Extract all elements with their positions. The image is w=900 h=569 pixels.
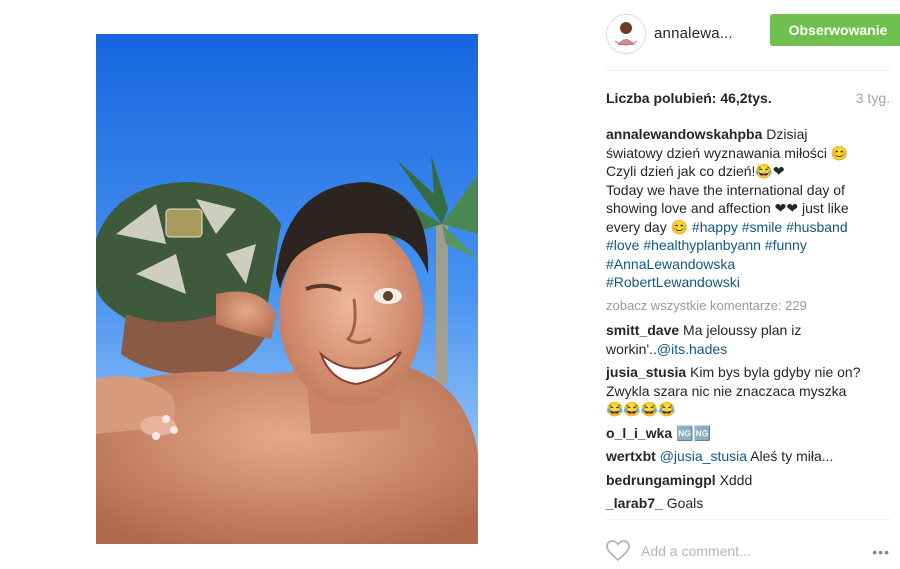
comments-divider [606,519,890,520]
comment: jusia_stusia Kim bys byla gdyby nie on? … [606,363,862,419]
likes-count[interactable]: Liczba polubień: 46,2tys. [606,90,772,106]
hashtag[interactable]: #healthyplanbyann [643,237,761,253]
comment-bar: Add a comment... ••• [606,540,890,562]
comment-author[interactable]: o_l_i_wka [606,425,672,441]
heart-icon[interactable] [606,540,630,562]
comment-text: 🆖🆖 [676,424,711,441]
comments-list: annalewandowskahpba Dzisiaj światowy dzi… [606,125,862,518]
post-author-username[interactable]: annalewa... [654,25,733,42]
comment-author[interactable]: jusia_stusia [606,364,686,380]
post-photo[interactable] [96,34,478,544]
comment-text: Goals [666,495,704,511]
hashtag[interactable]: #AnnaLewandowska [606,256,735,272]
comment-author[interactable]: bedrungamingpl [606,472,716,488]
hashtag[interactable]: #love [606,237,639,253]
avatar[interactable] [606,14,646,54]
hashtag[interactable]: #happy [692,219,738,235]
likes-row: Liczba polubień: 46,2tys. 3 tyg. [606,90,890,106]
comment-text: Aleś ty miła... [747,448,834,464]
header-divider [606,70,890,71]
comment-author[interactable]: wertxbt [606,448,656,464]
following-button[interactable]: Obserwowanie [770,14,900,46]
hashtag[interactable]: #husband [786,219,848,235]
comment: wertxbt @jusia_stusia Aleś ty miła... [606,447,862,466]
post-header: annalewa... Obserwowanie [606,14,900,54]
comment: bedrungamingpl Xddd [606,471,862,490]
post-sidebar: annalewa... Obserwowanie Liczba polubień… [590,0,900,569]
hashtag[interactable]: #funny [765,237,807,253]
comment-mention[interactable]: @its.hades [657,341,727,357]
comment-author[interactable]: smitt_dave [606,322,679,338]
add-comment-input[interactable]: Add a comment... [641,543,751,559]
comment: _larab7_ Goals [606,494,862,513]
comment-text: Xddd [719,471,753,488]
hashtag[interactable]: #RobertLewandowski [606,274,740,290]
caption: annalewandowskahpba Dzisiaj światowy dzi… [606,125,862,292]
comment-author[interactable]: _larab7_ [606,495,663,511]
comment: o_l_i_wka 🆖🆖 [606,424,862,443]
comment-mention[interactable]: @jusia_stusia [660,448,747,464]
comment: smitt_dave Ma jeloussy plan iz workin'..… [606,321,862,358]
caption-author[interactable]: annalewandowskahpba [606,126,762,142]
view-all-comments-link[interactable]: zobacz wszystkie komentarze: 229 [606,297,862,316]
photo-illustration [96,34,478,544]
more-options-icon[interactable]: ••• [872,544,890,560]
post-age[interactable]: 3 tyg. [856,90,890,106]
hashtag[interactable]: #smile [742,219,782,235]
